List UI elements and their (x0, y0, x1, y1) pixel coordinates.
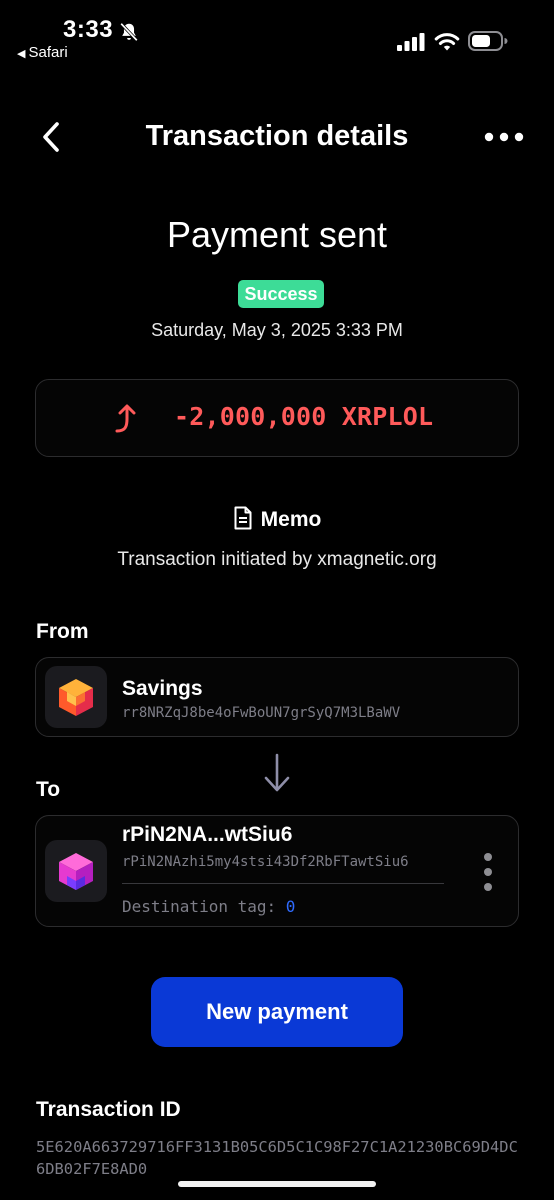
to-account-name: rPiN2NA...wtSiu6 (122, 823, 293, 846)
memo-text: Transaction initiated by xmagnetic.org (117, 549, 437, 570)
to-account-card[interactable]: rPiN2NA...wtSiu6 rPiN2NAzhi5my4stsi43Df2… (35, 815, 519, 927)
avatar (45, 840, 107, 902)
transaction-amount: -2,000,000 XRPLOL (174, 402, 434, 431)
from-label: From (36, 620, 89, 643)
document-icon (234, 506, 252, 530)
transaction-id-label: Transaction ID (36, 1098, 181, 1121)
home-indicator[interactable] (178, 1181, 376, 1187)
status-bar: 3:33 ◀ Safari (0, 0, 554, 70)
from-account-address: rr8NRZqJ8be4oFwBoUN7grSyQ7M3LBaWV (122, 705, 401, 721)
transaction-id[interactable]: 5E620A663729716FF3131B05C6D5C1C98F27C1A2… (36, 1136, 520, 1180)
back-to-app-link[interactable]: ◀ Safari (17, 44, 68, 61)
destination-tag-label: Destination tag: (122, 897, 277, 916)
payment-status-title: Payment sent (166, 214, 388, 255)
status-badge: Success (238, 280, 324, 308)
back-triangle-icon: ◀ (17, 48, 26, 60)
divider (122, 883, 444, 884)
to-account-address: rPiN2NAzhi5my4stsi43Df2RbFTawtSiu6 (122, 854, 409, 870)
back-app-label: Safari (28, 44, 68, 61)
new-payment-button[interactable]: New payment (151, 977, 403, 1047)
status-time: 3:33 (63, 16, 114, 43)
more-horizontal-icon[interactable] (484, 124, 524, 150)
destination-tag: Destination tag: 0 (122, 897, 295, 916)
wifi-icon (434, 33, 460, 51)
cellular-signal-icon (397, 33, 425, 51)
destination-tag-value: 0 (285, 897, 296, 916)
navigation-bar: Transaction details (0, 100, 554, 174)
outgoing-arrow-icon (115, 404, 136, 433)
page-title: Transaction details (145, 120, 409, 152)
to-label: To (36, 778, 61, 801)
transaction-date: Saturday, May 3, 2025 3:33 PM (151, 320, 403, 340)
amount-card: -2,000,000 XRPLOL (35, 379, 519, 457)
from-account-card[interactable]: Savings rr8NRZqJ8be4oFwBoUN7grSyQ7M3LBaW… (35, 657, 519, 737)
battery-icon (468, 31, 508, 51)
more-vertical-icon[interactable] (480, 852, 496, 892)
bell-slash-icon (120, 22, 138, 42)
from-account-name: Savings (122, 677, 203, 700)
savings-wallet-icon (59, 679, 93, 716)
memo-heading: Memo (0, 506, 554, 532)
arrow-down-icon (264, 753, 290, 792)
avatar (45, 666, 107, 728)
recipient-wallet-icon (59, 853, 93, 890)
memo-title: Memo (260, 508, 322, 531)
